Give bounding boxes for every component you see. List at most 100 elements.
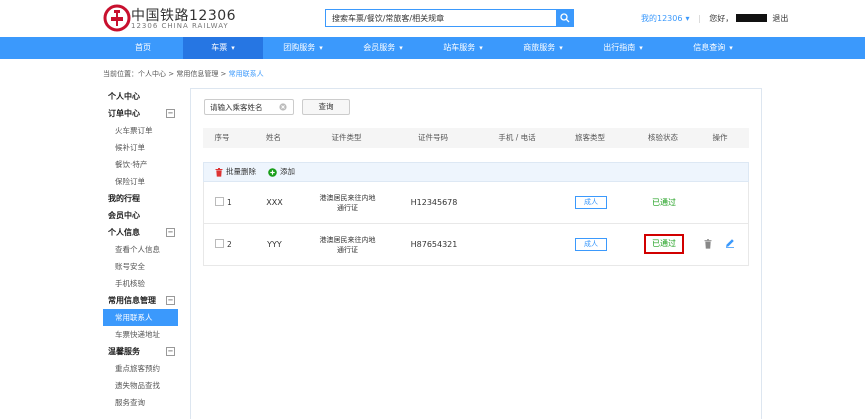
my-12306-link[interactable]: 我的12306 — [641, 14, 682, 23]
sidebar-item-priority-booking[interactable]: 重点旅客预约 — [103, 360, 188, 377]
sidebar-item-view-personal-info[interactable]: 查看个人信息 — [103, 241, 188, 258]
logo-subtitle: 12306 CHINA RAILWAY — [131, 22, 229, 30]
chevron-down-icon: ▾ — [231, 44, 235, 52]
sidebar-item-phone-verify[interactable]: 手机核验 — [103, 275, 188, 292]
trash-icon[interactable] — [215, 168, 223, 177]
id-type-line: 通行证 — [337, 203, 358, 212]
chevron-down-icon: ▾ — [319, 44, 323, 52]
site-search-input[interactable]: 搜索车票/餐饮/常旅客/相关规章 — [325, 9, 556, 27]
sidebar-item-lost-items[interactable]: 遗失物品查找 — [103, 377, 188, 394]
nav-item-info-query[interactable]: 信息查询 ▾ — [663, 37, 763, 59]
sidebar-item-label: 账号安全 — [115, 262, 145, 271]
nav-item-tickets[interactable]: 车票 ▾ — [183, 37, 263, 59]
main-nav: 首页 车票 ▾ 团购服务 ▾ 会员服务 ▾ 站车服务 ▾ 商旅服务 ▾ 出行指南 ▾ 信息查… — [0, 37, 865, 59]
nav-item-travel-guide[interactable]: 出行指南 ▾ — [583, 37, 663, 59]
china-railway-logo-icon[interactable] — [103, 4, 131, 32]
nav-label: 会员服务 — [363, 43, 396, 52]
row-checkbox[interactable] — [215, 197, 224, 206]
row-index: 1 — [227, 198, 232, 207]
nav-label: 车票 — [211, 43, 228, 52]
logout-link[interactable]: 退出 — [772, 14, 788, 23]
site-header: 中国铁路12306 12306 CHINA RAILWAY 搜索车票/餐饮/常旅… — [0, 0, 865, 37]
chevron-down-icon: ▾ — [639, 44, 643, 52]
chevron-down-icon: ▾ — [729, 44, 733, 52]
sidebar-item-service-query[interactable]: 服务查询 — [103, 394, 188, 411]
breadcrumb: 当前位置：个人中心 > 常用信息管理 > 常用联系人 — [103, 69, 264, 79]
collapse-icon[interactable]: − — [166, 109, 175, 118]
verify-status: 已通过 — [652, 198, 676, 207]
nav-item-business-service[interactable]: 商旅服务 ▾ — [503, 37, 583, 59]
sidebar: 个人中心 订单中心 − 火车票订单 候补订单 餐饮·特产 保险订单 我的行程 会员… — [103, 88, 188, 411]
sidebar-item-label: 火车票订单 — [115, 126, 153, 135]
column-header: 旅客类型 — [575, 133, 605, 142]
greeting-text: 您好， — [709, 14, 734, 23]
sidebar-item-order-center[interactable]: 订单中心 − — [103, 105, 188, 122]
sidebar-item-common-info[interactable]: 常用信息管理 − — [103, 292, 188, 309]
nav-item-group-service[interactable]: 团购服务 ▾ — [263, 37, 343, 59]
breadcrumb-path[interactable]: 当前位置：个人中心 > 常用信息管理 > — [103, 70, 229, 78]
nav-item-home[interactable]: 首页 — [103, 37, 183, 59]
sidebar-item-label: 餐饮·特产 — [115, 160, 148, 169]
passenger-type-badge: 成人 — [575, 238, 607, 251]
sidebar-item-catering[interactable]: 餐饮·特产 — [103, 156, 188, 173]
sidebar-item-my-trips[interactable]: 我的行程 — [103, 190, 188, 207]
column-header: 证件号码 — [418, 133, 448, 142]
nav-label: 出行指南 — [603, 43, 636, 52]
sidebar-item-label: 订单中心 — [108, 109, 140, 118]
sidebar-item-personal-info[interactable]: 个人信息 − — [103, 224, 188, 241]
id-type-line: 港澳居民来往内地 — [319, 193, 376, 202]
id-number: H12345678 — [410, 198, 458, 207]
passenger-type-badge: 成人 — [575, 196, 607, 209]
nav-label: 商旅服务 — [523, 43, 556, 52]
search-button[interactable] — [556, 9, 574, 27]
sidebar-item-insurance-orders[interactable]: 保险订单 — [103, 173, 188, 190]
id-type-line: 港澳居民来往内地 — [319, 235, 376, 244]
add-circle-icon[interactable] — [268, 168, 277, 177]
column-header: 证件类型 — [331, 133, 362, 142]
trash-icon[interactable] — [704, 239, 712, 249]
collapse-icon[interactable]: − — [166, 347, 175, 356]
sidebar-item-label: 个人信息 — [108, 228, 140, 237]
nav-label: 站车服务 — [443, 43, 476, 52]
column-header: 姓名 — [266, 133, 281, 142]
breadcrumb-current: 常用联系人 — [228, 70, 264, 78]
sidebar-item-delivery-address[interactable]: 车票快递地址 — [103, 326, 188, 343]
id-type: 港澳居民来往内地 通行证 — [307, 224, 388, 265]
phone — [480, 182, 556, 223]
nav-item-station-service[interactable]: 站车服务 ▾ — [423, 37, 503, 59]
pencil-icon[interactable] — [725, 238, 735, 248]
sidebar-item-label: 常用信息管理 — [108, 296, 156, 305]
sidebar-item-personal-center[interactable]: 个人中心 — [103, 88, 188, 105]
column-header: 操作 — [712, 133, 728, 142]
sidebar-item-label: 个人中心 — [108, 92, 140, 101]
table-row: 2 YYY 港澳居民来往内地 通行证 H87654321 成人 已通过 — [203, 224, 749, 266]
nav-item-member-service[interactable]: 会员服务 ▾ — [343, 37, 423, 59]
column-header: 序号 — [214, 133, 230, 142]
sidebar-item-warm-service[interactable]: 温馨服务 − — [103, 343, 188, 360]
nav-label: 团购服务 — [283, 43, 316, 52]
add-contact-button[interactable]: 添加 — [280, 163, 295, 181]
passenger-name: XXX — [266, 198, 283, 207]
clear-icon[interactable] — [279, 103, 287, 111]
sidebar-item-train-orders[interactable]: 火车票订单 — [103, 122, 188, 139]
query-button[interactable]: 查询 — [302, 99, 350, 115]
sidebar-item-account-security[interactable]: 账号安全 — [103, 258, 188, 275]
chevron-down-icon: ▾ — [559, 44, 563, 52]
row-checkbox[interactable] — [215, 239, 224, 248]
sidebar-item-label: 候补订单 — [115, 143, 145, 152]
chevron-down-icon: ▾ — [479, 44, 483, 52]
sidebar-item-label: 服务查询 — [115, 398, 145, 407]
top-user-links: 我的12306 ▾ | 您好， 退出 — [641, 13, 788, 24]
search-icon — [560, 13, 570, 23]
sidebar-item-waitlist-orders[interactable]: 候补订单 — [103, 139, 188, 156]
collapse-icon[interactable]: − — [166, 296, 175, 305]
batch-delete-button[interactable]: 批量删除 — [226, 163, 256, 181]
id-type: 港澳居民来往内地 通行证 — [307, 182, 388, 223]
batch-action-bar: 批量删除 添加 — [203, 162, 749, 182]
sidebar-item-member-center[interactable]: 会员中心 — [103, 207, 188, 224]
nav-label: 信息查询 — [693, 43, 726, 52]
collapse-icon[interactable]: − — [166, 228, 175, 237]
sidebar-item-label: 查看个人信息 — [115, 245, 160, 254]
verify-status: 已通过 — [644, 234, 684, 254]
sidebar-item-contacts[interactable]: 常用联系人 — [103, 309, 178, 326]
